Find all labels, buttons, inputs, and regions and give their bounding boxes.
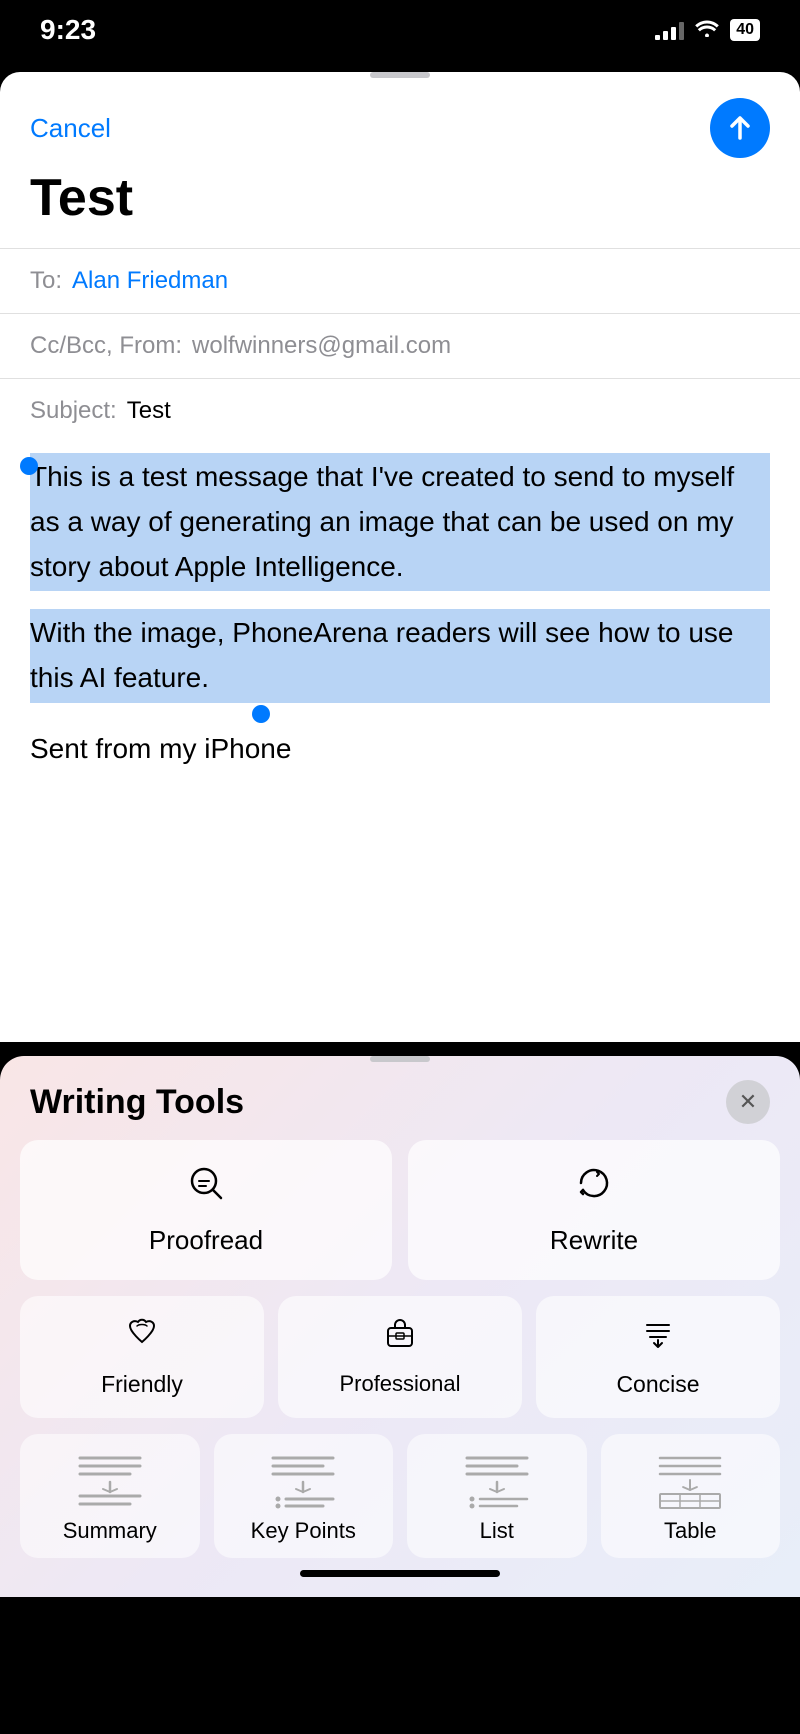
table-button[interactable]: Table bbox=[601, 1434, 781, 1558]
rewrite-icon bbox=[575, 1164, 613, 1211]
battery-icon: 40 bbox=[730, 19, 760, 41]
email-body[interactable]: This is a test message that I've created… bbox=[0, 443, 800, 713]
key-points-button[interactable]: Key Points bbox=[214, 1434, 394, 1558]
selected-body-text-2: With the image, PhoneArena readers will … bbox=[30, 609, 770, 703]
concise-icon bbox=[641, 1316, 675, 1359]
professional-icon bbox=[383, 1316, 417, 1359]
send-button[interactable] bbox=[710, 98, 770, 158]
sent-from: Sent from my iPhone bbox=[0, 713, 800, 785]
key-points-label: Key Points bbox=[251, 1518, 356, 1552]
email-subject-title: Test bbox=[0, 168, 800, 248]
close-button[interactable]: ✕ bbox=[726, 1080, 770, 1124]
rewrite-label: Rewrite bbox=[550, 1225, 638, 1256]
writing-tools-title: Writing Tools bbox=[30, 1083, 244, 1122]
concise-button[interactable]: Concise bbox=[536, 1296, 780, 1418]
send-icon bbox=[726, 114, 754, 142]
summary-icon bbox=[75, 1450, 145, 1510]
friendly-button[interactable]: Friendly bbox=[20, 1296, 264, 1418]
panel-header: Writing Tools ✕ bbox=[20, 1062, 780, 1140]
status-time: 9:23 bbox=[40, 14, 96, 46]
cancel-button[interactable]: Cancel bbox=[30, 113, 111, 144]
signal-icon bbox=[655, 20, 684, 40]
table-label: Table bbox=[664, 1518, 717, 1552]
tools-row-3: Summary Key Points bbox=[20, 1434, 780, 1558]
writing-tools-panel: Writing Tools ✕ Proofread bbox=[0, 1056, 800, 1597]
email-compose-area: Cancel Test To: Alan Friedman Cc/Bcc, Fr… bbox=[0, 72, 800, 1042]
selected-body-text: This is a test message that I've created… bbox=[30, 453, 770, 591]
cc-bcc-field: Cc/Bcc, From: wolfwinners@gmail.com bbox=[0, 313, 800, 378]
proofread-button[interactable]: Proofread bbox=[20, 1140, 392, 1280]
selection-handle-top bbox=[20, 457, 38, 475]
subject-label: Subject: bbox=[30, 397, 117, 425]
friendly-label: Friendly bbox=[101, 1371, 183, 1398]
professional-button[interactable]: Professional bbox=[278, 1296, 522, 1418]
subject-value[interactable]: Test bbox=[127, 397, 171, 425]
home-indicator bbox=[300, 1570, 500, 1577]
from-value: wolfwinners@gmail.com bbox=[192, 332, 451, 360]
rewrite-button[interactable]: Rewrite bbox=[408, 1140, 780, 1280]
summary-label: Summary bbox=[63, 1518, 157, 1552]
concise-label: Concise bbox=[616, 1371, 699, 1398]
list-button[interactable]: List bbox=[407, 1434, 587, 1558]
list-icon bbox=[462, 1450, 532, 1510]
key-points-icon bbox=[268, 1450, 338, 1510]
to-field: To: Alan Friedman bbox=[0, 248, 800, 313]
proofread-label: Proofread bbox=[149, 1225, 263, 1256]
friendly-icon bbox=[125, 1316, 159, 1359]
subject-field: Subject: Test bbox=[0, 378, 800, 443]
summary-button[interactable]: Summary bbox=[20, 1434, 200, 1558]
to-value[interactable]: Alan Friedman bbox=[72, 267, 228, 295]
table-icon bbox=[655, 1450, 725, 1510]
tools-row-2: Friendly Professional bbox=[20, 1296, 780, 1418]
cc-bcc-label: Cc/Bcc, From: bbox=[30, 332, 182, 360]
professional-label: Professional bbox=[339, 1371, 460, 1397]
status-bar: 9:23 40 bbox=[0, 0, 800, 60]
proofread-icon bbox=[187, 1164, 225, 1211]
status-icons: 40 bbox=[655, 17, 760, 43]
wifi-icon bbox=[694, 17, 720, 43]
to-label: To: bbox=[30, 267, 62, 295]
list-label: List bbox=[480, 1518, 514, 1552]
selection-handle-bottom bbox=[252, 705, 270, 723]
compose-header: Cancel bbox=[0, 78, 800, 168]
tools-row-1: Proofread Rewrite bbox=[20, 1140, 780, 1280]
